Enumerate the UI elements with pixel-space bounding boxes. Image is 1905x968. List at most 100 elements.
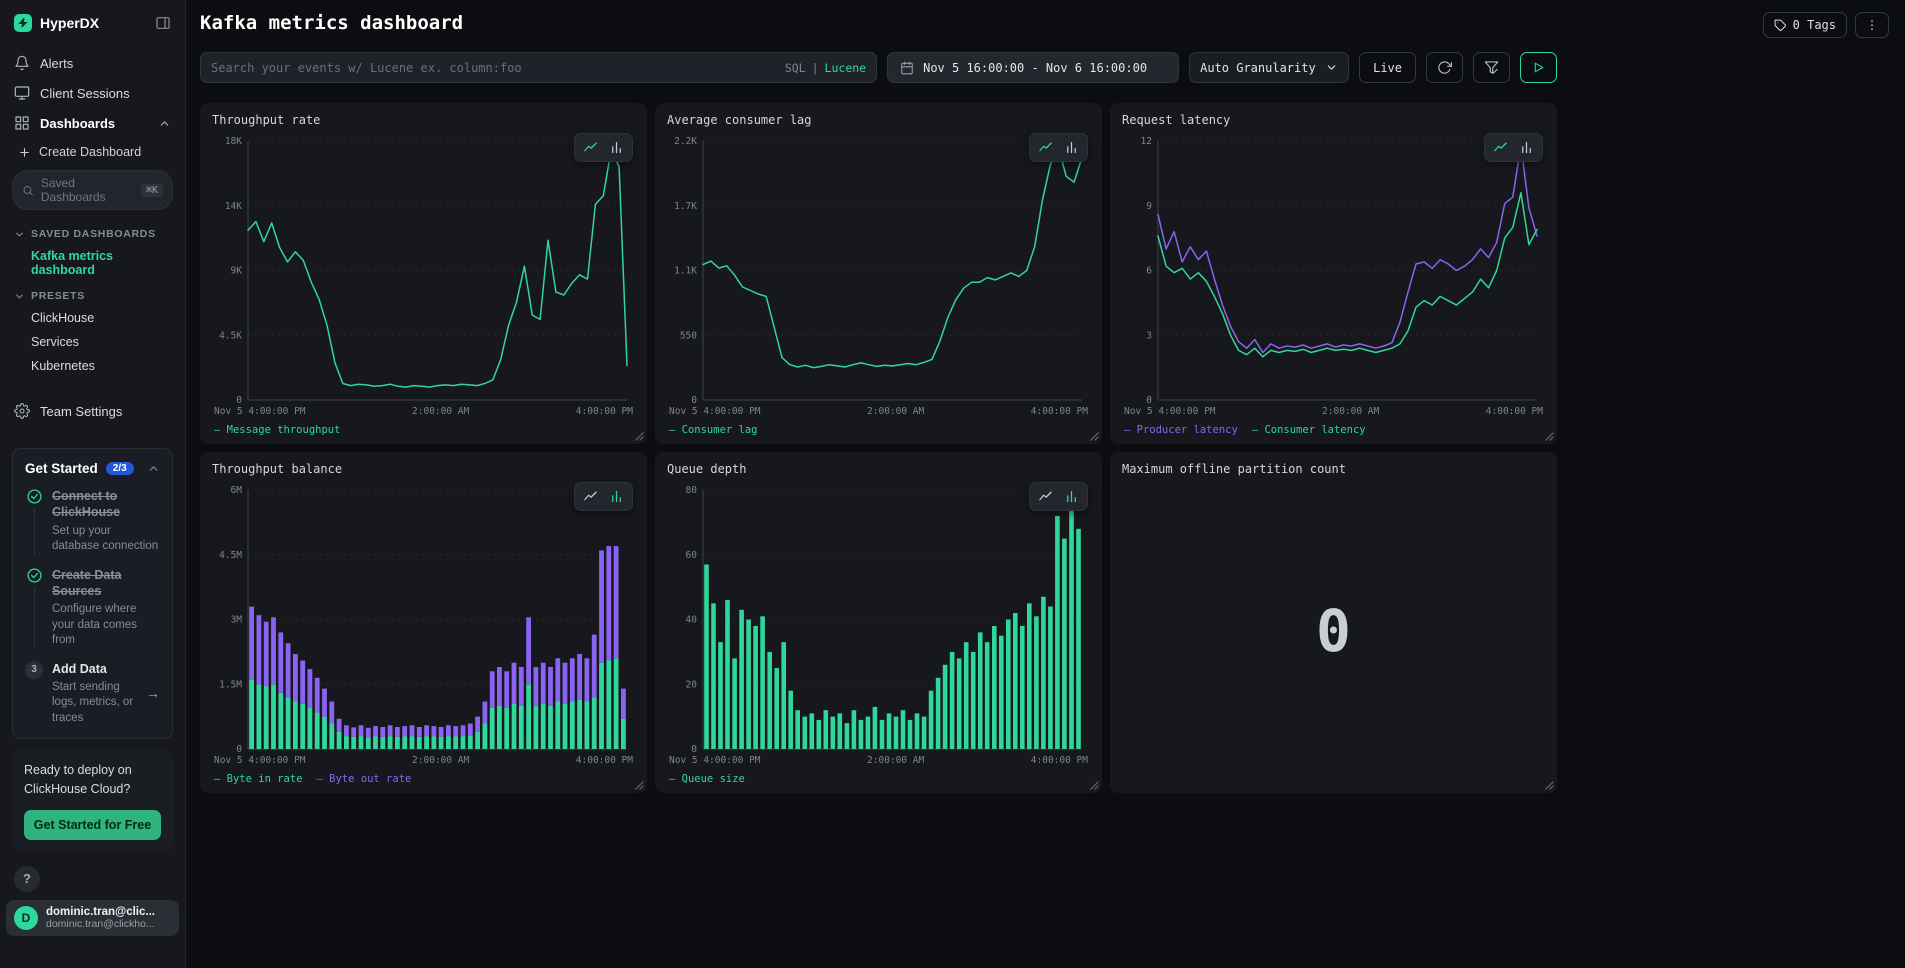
panel-resize-handle[interactable]: [635, 781, 644, 790]
line-chart-icon[interactable]: [583, 489, 598, 504]
svg-text:3: 3: [1146, 330, 1152, 341]
kebab-icon: ⋮: [1866, 18, 1878, 32]
sidebar-item-dashboards[interactable]: Dashboards: [12, 108, 173, 138]
get-started-header[interactable]: Get Started 2/3: [25, 461, 160, 476]
svg-text:1.1K: 1.1K: [674, 266, 697, 277]
saved-dashboards-section[interactable]: SAVED DASHBOARDS: [12, 222, 173, 244]
chart-area: 05501.1K1.7K2.2K: [667, 131, 1090, 404]
x-axis-labels: Nov 5 4:00:00 PM2:00:00 AM4:00:00 PM: [1122, 404, 1545, 417]
lucene-toggle[interactable]: Lucene: [825, 61, 867, 75]
line-chart-icon[interactable]: [1038, 140, 1053, 155]
create-dashboard-button[interactable]: Create Dashboard: [12, 138, 173, 168]
svg-text:0: 0: [691, 744, 697, 753]
check-circle-icon: [26, 488, 43, 505]
tags-button[interactable]: 0 Tags: [1763, 12, 1847, 38]
line-chart-icon[interactable]: [583, 140, 598, 155]
chevron-up-icon: [147, 462, 160, 475]
svg-text:4.5K: 4.5K: [219, 330, 242, 341]
svg-text:0: 0: [236, 744, 242, 753]
chart-svg-queue-depth: 020406080: [667, 480, 1090, 753]
chart-svg-throughput-rate: 04.5K9K14K18K: [212, 131, 635, 404]
sidebar-item-kafka-dashboard[interactable]: Kafka metrics dashboard: [12, 244, 173, 284]
get-started-free-button[interactable]: Get Started for Free: [24, 810, 161, 840]
deploy-card: Ready to deploy on ClickHouse Cloud? Get…: [12, 749, 173, 852]
chart-type-toolbar: [1484, 133, 1543, 162]
search-input[interactable]: [211, 61, 777, 75]
svg-text:60: 60: [686, 550, 698, 561]
legend-item: — Consumer lag: [669, 424, 758, 436]
dashboard-grid: Throughput rate04.5K9K14K18KNov 5 4:00:0…: [200, 103, 1557, 793]
svg-text:20: 20: [686, 679, 698, 690]
sidebar-item-clickhouse[interactable]: ClickHouse: [12, 306, 173, 330]
svg-text:6: 6: [1146, 266, 1152, 277]
sidebar-item-label: Client Sessions: [40, 86, 130, 101]
progress-badge: 2/3: [106, 462, 134, 475]
filter-icon: [1484, 60, 1499, 75]
legend-item: — Consumer latency: [1252, 424, 1366, 436]
step-desc: Set up your database connection: [52, 524, 160, 555]
panel-resize-handle[interactable]: [635, 432, 644, 441]
line-chart-icon[interactable]: [1493, 140, 1508, 155]
query-language-toggle: SQL | Lucene: [785, 61, 866, 75]
saved-dashboards-search[interactable]: Saved Dashboards ⌘K: [12, 170, 173, 210]
step-add-data[interactable]: 3 Add Data Start sending logs, metrics, …: [25, 661, 160, 727]
filter-button[interactable]: [1473, 52, 1510, 83]
bell-icon: [14, 55, 30, 71]
svg-text:550: 550: [680, 330, 697, 341]
x-axis-label: 4:00:00 PM: [1031, 406, 1088, 417]
panel-queue-depth: Queue depth020406080Nov 5 4:00:00 PM2:00…: [655, 452, 1102, 793]
presets-section[interactable]: PRESETS: [12, 284, 173, 306]
svg-text:0: 0: [236, 395, 242, 404]
refresh-icon: [1437, 60, 1452, 75]
panel-title: Throughput rate: [212, 113, 635, 127]
bar-chart-icon[interactable]: [1519, 140, 1534, 155]
chart-svg-throughput-balance: 01.5M3M4.5M6M: [212, 480, 635, 753]
chart-type-toolbar: [574, 133, 633, 162]
panel-resize-handle[interactable]: [1090, 432, 1099, 441]
user-menu[interactable]: D dominic.tran@clic... dominic.tran@clic…: [6, 900, 179, 936]
chevron-down-icon: [14, 291, 25, 302]
granularity-select[interactable]: Auto Granularity: [1189, 52, 1349, 83]
x-axis-label: Nov 5 4:00:00 PM: [214, 755, 306, 766]
date-range-picker[interactable]: Nov 5 16:00:00 - Nov 6 16:00:00: [887, 52, 1179, 83]
help-button[interactable]: ?: [14, 866, 40, 892]
sidebar-item-alerts[interactable]: Alerts: [12, 48, 173, 78]
live-button[interactable]: Live: [1359, 52, 1416, 83]
sidebar-collapse-icon[interactable]: [155, 15, 171, 31]
sql-toggle[interactable]: SQL: [785, 61, 806, 75]
chevron-down-icon: [14, 229, 25, 240]
run-query-button[interactable]: [1520, 52, 1557, 83]
line-chart-icon[interactable]: [1038, 489, 1053, 504]
chart-area: 036912: [1122, 131, 1545, 404]
create-dashboard-label: Create Dashboard: [39, 145, 141, 159]
more-menu-button[interactable]: ⋮: [1855, 12, 1889, 38]
panel-resize-handle[interactable]: [1545, 781, 1554, 790]
refresh-button[interactable]: [1426, 52, 1463, 83]
chevron-up-icon: [158, 117, 171, 130]
x-axis-label: 4:00:00 PM: [1486, 406, 1543, 417]
step-connect-clickhouse[interactable]: Connect to ClickHouse Set up your databa…: [25, 488, 160, 555]
chart-type-toolbar: [574, 482, 633, 511]
sidebar-item-team-settings[interactable]: Team Settings: [12, 396, 173, 426]
sidebar-item-label: Dashboards: [40, 116, 115, 131]
section-label: SAVED DASHBOARDS: [31, 228, 156, 240]
svg-text:1.7K: 1.7K: [674, 201, 697, 212]
get-started-title: Get Started: [25, 461, 98, 476]
sidebar-item-client-sessions[interactable]: Client Sessions: [12, 78, 173, 108]
header-actions: 0 Tags ⋮: [1763, 12, 1889, 38]
hyperdx-logo-icon: [14, 14, 32, 32]
keyboard-shortcut-badge: ⌘K: [141, 184, 163, 197]
sidebar-item-kubernetes[interactable]: Kubernetes: [12, 354, 173, 378]
panel-resize-handle[interactable]: [1545, 432, 1554, 441]
panel-avg-consumer-lag: Average consumer lag05501.1K1.7K2.2KNov …: [655, 103, 1102, 444]
toggle-divider: |: [812, 61, 819, 75]
sidebar-item-services[interactable]: Services: [12, 330, 173, 354]
panel-resize-handle[interactable]: [1090, 781, 1099, 790]
svg-text:0: 0: [1146, 395, 1152, 404]
bar-chart-icon[interactable]: [609, 489, 624, 504]
bar-chart-icon[interactable]: [1064, 140, 1079, 155]
bar-chart-icon[interactable]: [609, 140, 624, 155]
user-email: dominic.tran@clickho...: [46, 918, 155, 930]
step-create-data-sources[interactable]: Create Data Sources Configure where your…: [25, 567, 160, 649]
bar-chart-icon[interactable]: [1064, 489, 1079, 504]
